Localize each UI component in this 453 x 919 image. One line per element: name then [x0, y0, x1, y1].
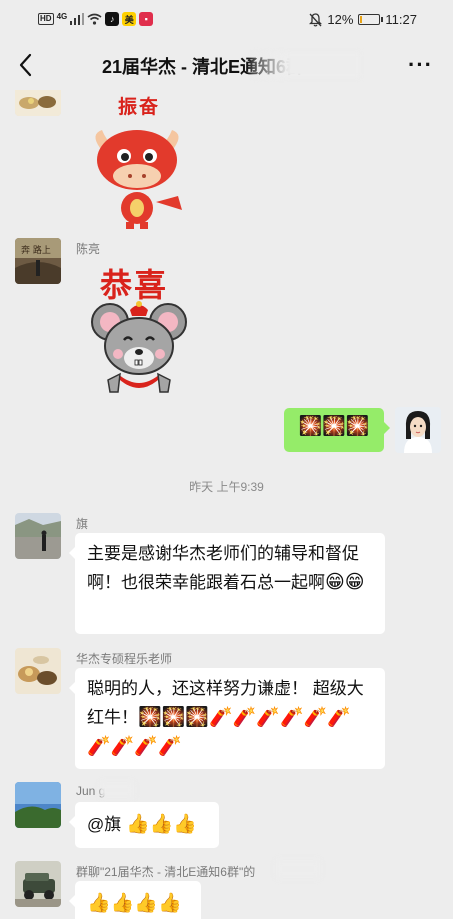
svg-text:奔 路上: 奔 路上 [21, 244, 51, 256]
status-bar: HD 4G ♪ 美 ▪ 12% 11:27 [0, 0, 453, 40]
message-emoji: 🎇🎇🎇 [298, 416, 370, 437]
wifi-icon [87, 13, 102, 25]
message-bubble[interactable]: 👍👍👍👍 [69, 881, 201, 919]
more-dots-icon[interactable]: ··· [408, 52, 433, 78]
name-redaction [276, 860, 320, 878]
avatar-group-member[interactable] [15, 861, 61, 907]
mouse-sticker-icon [91, 301, 187, 393]
avatar-me[interactable] [395, 407, 441, 453]
message-bubble[interactable]: @旗 👍👍👍 [69, 802, 219, 848]
sticker-ox[interactable]: 振奋 [88, 92, 198, 232]
sticker-mouse[interactable]: 恭喜 [88, 260, 198, 396]
red-ox-sticker-icon [95, 130, 182, 229]
chat-header: 21届华杰 - 清北E通知6群 ··· [0, 40, 453, 90]
chat-area[interactable]: 振奋 奔 路上 陈亮 恭喜 🎇🎇🎇 昨天 上午9:39 旗 主要是感谢华杰老师们… [0, 90, 453, 919]
mute-bell-icon [309, 12, 323, 27]
message-text: 主要是感谢华杰老师们的辅导和督促啊！也很荣幸能跟着石总一起啊 [87, 544, 359, 592]
message-emoji: 😁😁 [325, 572, 365, 593]
message-emoji: 👍👍👍👍 [87, 893, 182, 914]
network-type-label: 4G [56, 11, 68, 21]
avatar-jun[interactable] [15, 782, 61, 828]
title-redaction [250, 52, 360, 78]
status-time: 11:27 [385, 12, 417, 27]
meituan-icon: 美 [122, 12, 137, 26]
message-bubble[interactable]: 聪明的人，还这样努力谦虚！ 超级大红牛！🎇🎇🎇🧨🧨🧨🧨🧨🧨🧨🧨🧨🧨 [69, 668, 385, 769]
message-bubble[interactable]: 主要是感谢华杰老师们的辅导和督促啊！也很荣幸能跟着石总一起啊😁😁 [69, 533, 385, 634]
sticker-ox-text: 振奋 [118, 97, 161, 118]
back-arrow-icon[interactable] [14, 50, 40, 80]
name-redaction [100, 782, 134, 798]
status-icons-left: HD 4G ♪ 美 ▪ [38, 11, 154, 26]
my-message-bubble[interactable]: 🎇🎇🎇 [284, 408, 390, 452]
battery-percent: 12% [327, 12, 354, 27]
battery-level [360, 16, 363, 23]
sender-name: 华杰专硕程乐老师 [76, 652, 173, 666]
battery-icon [358, 14, 384, 25]
hd-network-icon: HD [38, 13, 54, 25]
sender-name: 群聊"21届华杰 - 清北E通知6群"的 [76, 865, 256, 879]
tiktok-icon: ♪ [105, 12, 120, 26]
app-notification-icon: ▪ [139, 12, 154, 26]
signal-icon [70, 13, 85, 25]
avatar-qi[interactable] [15, 513, 61, 559]
sender-name: 旗 [76, 517, 89, 531]
status-icons-right: 12% 11:27 [309, 12, 417, 27]
avatar-teacher[interactable] [15, 648, 61, 694]
message-emoji: 👍👍👍 [125, 814, 197, 835]
message-text: @旗 [87, 815, 126, 834]
avatar-chenliang[interactable]: 奔 路上 [15, 238, 61, 284]
avatar-sender-1[interactable] [15, 90, 61, 116]
time-separator: 昨天 上午9:39 [189, 480, 264, 494]
sender-name: 陈亮 [76, 242, 101, 256]
